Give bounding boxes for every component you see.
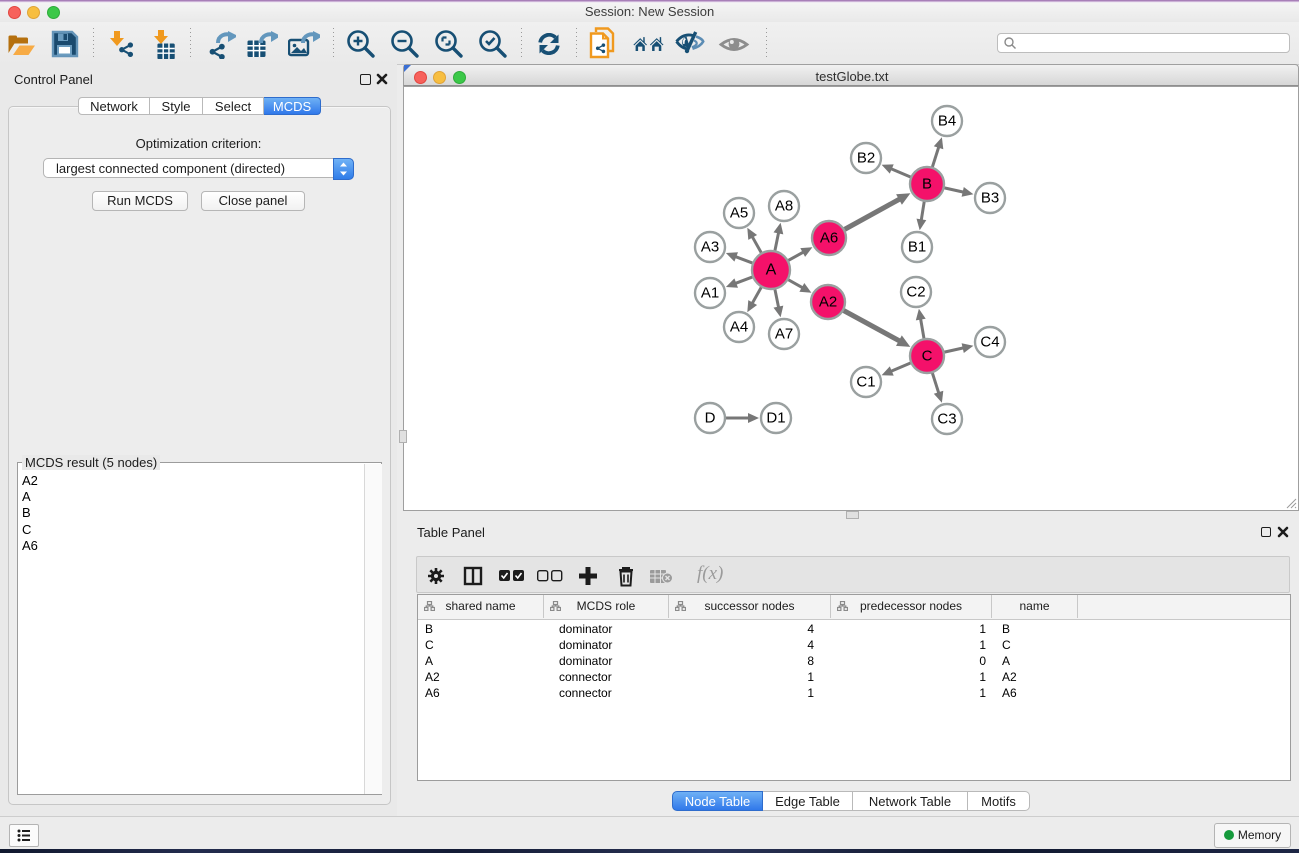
svg-text:B: B bbox=[922, 176, 932, 193]
svg-text:B4: B4 bbox=[938, 113, 956, 130]
svg-text:A1: A1 bbox=[701, 285, 719, 302]
svg-text:A2: A2 bbox=[819, 294, 837, 311]
svg-text:D1: D1 bbox=[766, 410, 785, 427]
svg-text:B2: B2 bbox=[857, 150, 875, 167]
svg-text:C3: C3 bbox=[937, 411, 956, 428]
svg-text:A3: A3 bbox=[701, 239, 719, 256]
svg-text:C2: C2 bbox=[906, 284, 925, 301]
svg-text:C1: C1 bbox=[856, 374, 875, 391]
svg-text:D: D bbox=[705, 410, 716, 427]
svg-text:A6: A6 bbox=[820, 230, 838, 247]
svg-text:B3: B3 bbox=[981, 190, 999, 207]
svg-text:B1: B1 bbox=[908, 239, 926, 256]
svg-text:A7: A7 bbox=[775, 326, 793, 343]
svg-text:A: A bbox=[766, 262, 777, 279]
svg-text:A4: A4 bbox=[730, 319, 748, 336]
svg-text:A5: A5 bbox=[730, 205, 748, 222]
svg-text:C4: C4 bbox=[980, 334, 999, 351]
svg-text:A8: A8 bbox=[775, 198, 793, 215]
svg-text:C: C bbox=[922, 348, 933, 365]
